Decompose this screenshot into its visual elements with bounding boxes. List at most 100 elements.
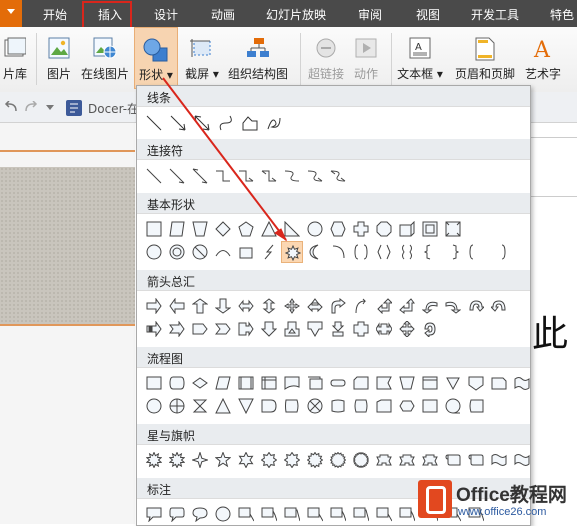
slide-thumbnail[interactable]	[0, 167, 135, 325]
shape-option[interactable]	[350, 395, 372, 417]
shape-option[interactable]	[350, 318, 372, 340]
shape-option[interactable]	[373, 395, 395, 417]
shape-option[interactable]	[166, 295, 188, 317]
shape-option[interactable]	[350, 241, 372, 263]
shape-option[interactable]	[189, 165, 211, 187]
shape-option[interactable]	[166, 218, 188, 240]
shape-option[interactable]	[143, 318, 165, 340]
shape-option[interactable]	[442, 372, 464, 394]
shape-option[interactable]	[166, 372, 188, 394]
shape-option[interactable]	[327, 395, 349, 417]
shape-option[interactable]	[373, 241, 395, 263]
shape-option[interactable]	[511, 449, 530, 471]
shape-option[interactable]	[212, 503, 234, 525]
dropdown-icon[interactable]	[46, 103, 54, 111]
shape-option[interactable]	[327, 241, 349, 263]
shape-option[interactable]	[281, 295, 303, 317]
redo-icon[interactable]	[24, 101, 38, 113]
sun-shape-option[interactable]	[281, 241, 303, 263]
shape-option[interactable]	[419, 318, 441, 340]
shape-option[interactable]	[488, 295, 510, 317]
shape-option[interactable]	[258, 295, 280, 317]
shape-option[interactable]	[235, 295, 257, 317]
shape-option[interactable]	[488, 241, 510, 263]
shape-option[interactable]	[304, 372, 326, 394]
shape-option[interactable]	[281, 503, 303, 525]
shape-option[interactable]	[488, 449, 510, 471]
tab-design[interactable]: 设计	[154, 6, 178, 23]
shape-option[interactable]	[258, 218, 280, 240]
shape-option[interactable]	[373, 218, 395, 240]
freeform-shape[interactable]	[239, 112, 261, 134]
online-picture-button[interactable]: 在线图片	[78, 27, 132, 89]
shape-option[interactable]	[373, 449, 395, 471]
tab-animation[interactable]: 动画	[211, 6, 235, 23]
shape-option[interactable]	[419, 372, 441, 394]
shape-option[interactable]	[189, 503, 211, 525]
shape-option[interactable]	[511, 372, 530, 394]
shape-option[interactable]	[143, 295, 165, 317]
shape-option[interactable]	[350, 503, 372, 525]
shape-option[interactable]	[189, 295, 211, 317]
shape-option[interactable]	[212, 449, 234, 471]
shape-option[interactable]	[350, 449, 372, 471]
shape-option[interactable]	[143, 503, 165, 525]
picture-library-button[interactable]: 片库	[0, 27, 30, 89]
shape-option[interactable]	[143, 372, 165, 394]
tab-view[interactable]: 视图	[416, 6, 440, 23]
shape-option[interactable]	[327, 449, 349, 471]
shape-option[interactable]	[373, 318, 395, 340]
shape-option[interactable]	[350, 218, 372, 240]
shape-option[interactable]	[327, 218, 349, 240]
shape-option[interactable]	[212, 295, 234, 317]
shape-option[interactable]	[304, 295, 326, 317]
shape-option[interactable]	[304, 318, 326, 340]
tab-slideshow[interactable]: 幻灯片放映	[266, 6, 326, 23]
action-button[interactable]: 动作	[348, 27, 384, 89]
shape-option[interactable]	[235, 241, 257, 263]
shape-option[interactable]	[488, 372, 510, 394]
shape-option[interactable]	[304, 503, 326, 525]
shape-option[interactable]	[396, 241, 418, 263]
shape-option[interactable]	[304, 241, 326, 263]
shape-option[interactable]	[442, 449, 464, 471]
shape-option[interactable]	[465, 449, 487, 471]
shape-option[interactable]	[465, 372, 487, 394]
shape-option[interactable]	[166, 395, 188, 417]
shape-option[interactable]	[143, 241, 165, 263]
shape-option[interactable]	[465, 295, 487, 317]
shape-option[interactable]	[235, 449, 257, 471]
shape-option[interactable]	[235, 165, 257, 187]
double-arrow-line-shape[interactable]	[191, 112, 213, 134]
shape-option[interactable]	[281, 372, 303, 394]
shape-option[interactable]	[396, 295, 418, 317]
shape-option[interactable]	[442, 241, 464, 263]
shape-option[interactable]	[304, 165, 326, 187]
shape-option[interactable]	[442, 395, 464, 417]
line-shape[interactable]	[143, 112, 165, 134]
shape-option[interactable]	[419, 241, 441, 263]
shape-option[interactable]	[258, 165, 280, 187]
shape-option[interactable]	[212, 395, 234, 417]
tab-home[interactable]: 开始	[43, 6, 67, 23]
shape-option[interactable]	[350, 295, 372, 317]
shape-option[interactable]	[166, 318, 188, 340]
shape-option[interactable]	[419, 395, 441, 417]
shape-option[interactable]	[327, 503, 349, 525]
shape-option[interactable]	[419, 449, 441, 471]
shape-option[interactable]	[143, 165, 165, 187]
slide-text[interactable]: 此	[532, 305, 568, 357]
shape-option[interactable]	[327, 165, 349, 187]
shape-option[interactable]	[281, 218, 303, 240]
shape-option[interactable]	[258, 241, 280, 263]
shape-option[interactable]	[373, 295, 395, 317]
shape-option[interactable]	[143, 395, 165, 417]
shape-option[interactable]	[281, 318, 303, 340]
shape-option[interactable]	[258, 372, 280, 394]
shape-option[interactable]	[396, 318, 418, 340]
shape-option[interactable]	[212, 165, 234, 187]
wordart-button[interactable]: A 艺术字	[522, 27, 564, 89]
shape-option[interactable]	[327, 318, 349, 340]
tab-developer[interactable]: 开发工具	[471, 6, 519, 23]
shape-option[interactable]	[396, 372, 418, 394]
